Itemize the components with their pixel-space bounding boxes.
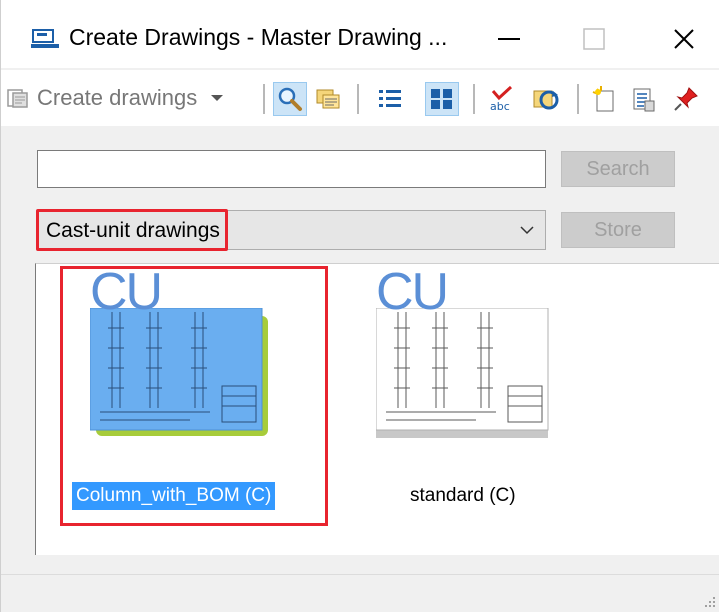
new-icon	[592, 86, 614, 112]
create-drawings-button[interactable]: Create drawings	[7, 80, 225, 116]
list-view-button[interactable]	[373, 82, 407, 116]
search-button[interactable]: Search	[561, 151, 675, 187]
list-item[interactable]: CU Column_with_BOM (C)	[60, 266, 328, 528]
minimize-icon	[498, 38, 520, 40]
chevron-down-icon	[520, 226, 534, 235]
close-button[interactable]	[654, 14, 714, 64]
status-bar	[1, 574, 719, 612]
pin-button[interactable]	[669, 82, 703, 116]
toolbar-separator	[263, 84, 265, 114]
toolbar-separator	[357, 84, 359, 114]
toolbar: Create drawings abc	[1, 70, 719, 126]
toolbar-separator	[473, 84, 475, 114]
maximize-icon	[583, 28, 605, 50]
svg-text:abc: abc	[490, 100, 510, 113]
store-button[interactable]: Store	[561, 212, 675, 248]
search-input[interactable]	[37, 150, 546, 188]
refresh-button[interactable]	[529, 82, 563, 116]
window-title: Create Drawings - Master Drawing ...	[69, 24, 448, 50]
app-icon	[31, 29, 59, 48]
close-icon	[674, 29, 694, 49]
drawing-thumbnail	[90, 308, 268, 436]
selection-highlight-box	[36, 209, 228, 251]
item-label: standard (C)	[410, 485, 516, 506]
spell-check-icon: abc	[490, 85, 513, 113]
cast-unit-badge: CU	[376, 263, 449, 321]
maximize-button[interactable]	[564, 14, 624, 64]
resize-grip-icon[interactable]	[704, 596, 716, 608]
open-folder-button[interactable]	[311, 82, 345, 116]
list-item[interactable]: CU standard (C)	[336, 266, 604, 528]
drawing-type-select[interactable]: Cast-unit drawings	[36, 209, 546, 251]
list-view-icon	[379, 90, 401, 107]
create-drawings-icon	[7, 89, 28, 108]
create-drawings-window: Create Drawings - Master Drawing ... Cre…	[0, 0, 719, 612]
drawing-list[interactable]: CU Column_with_BOM (C) CU standard (C)	[35, 263, 719, 555]
search-icon	[278, 87, 302, 111]
new-button[interactable]	[587, 82, 621, 116]
tile-view-icon	[431, 89, 452, 109]
folder-icon	[316, 89, 340, 109]
drawing-thumbnail	[376, 308, 549, 438]
spell-check-button[interactable]: abc	[485, 82, 519, 116]
create-drawings-label: Create drawings	[37, 85, 198, 110]
toolbar-separator	[577, 84, 579, 114]
tile-view-button[interactable]	[425, 82, 459, 116]
search-toggle-button[interactable]	[273, 82, 307, 116]
properties-button[interactable]	[627, 82, 661, 116]
pin-icon	[674, 87, 698, 111]
item-label: Column_with_BOM (C)	[72, 482, 276, 510]
refresh-icon	[533, 90, 559, 110]
properties-icon	[633, 88, 655, 112]
minimize-button[interactable]	[479, 14, 539, 64]
title-bar[interactable]: Create Drawings - Master Drawing ...	[1, 0, 719, 68]
cast-unit-badge: CU	[90, 263, 163, 321]
chevron-down-icon	[211, 95, 224, 101]
